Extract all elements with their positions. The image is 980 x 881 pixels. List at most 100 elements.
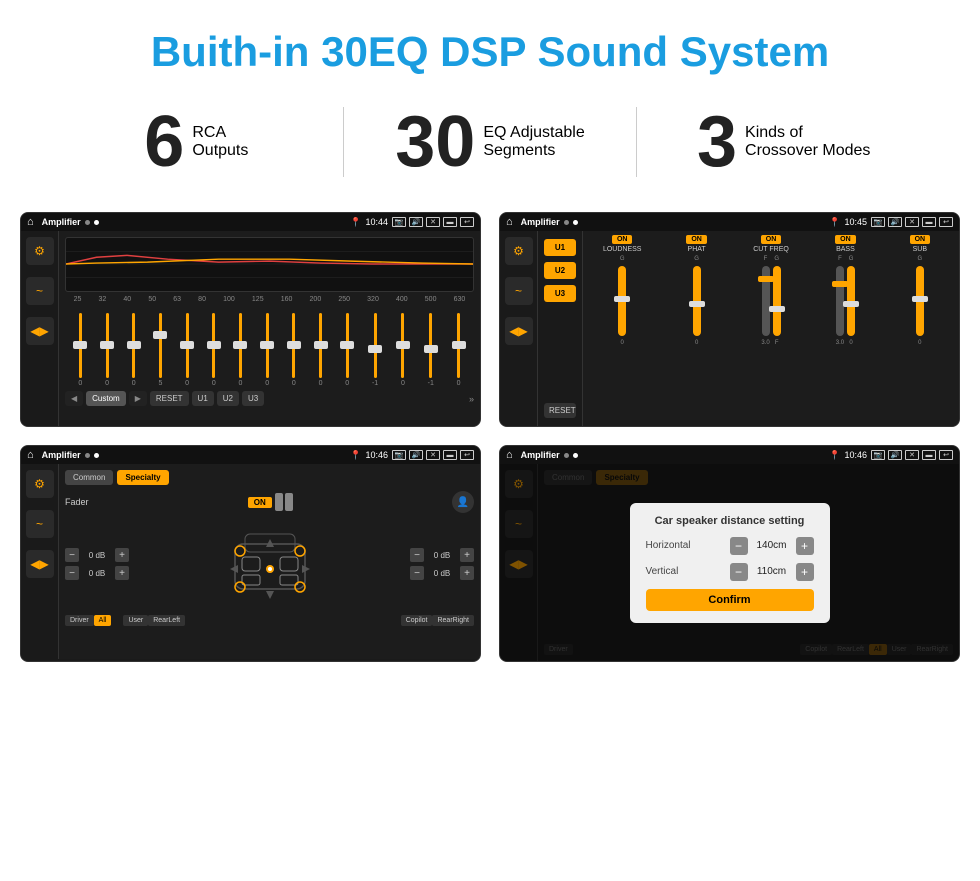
eq-sidebar-btn2[interactable]: ~	[26, 277, 54, 305]
fader-tab-specialty[interactable]: Specialty	[117, 470, 168, 485]
dialog-vertical-plus[interactable]: +	[796, 563, 814, 581]
dialog-horizontal-plus[interactable]: +	[796, 537, 814, 555]
eq-play-btn[interactable]: ▶	[129, 391, 147, 406]
crossover-u2-btn[interactable]: U2	[544, 262, 576, 279]
crossover-location-icon: 📍	[829, 217, 840, 228]
fader-sb3[interactable]: ◀▶	[26, 550, 54, 578]
eq-main-area: 253240506380100125160200250320400500630 …	[59, 231, 480, 426]
front-left-db: − 0 dB +	[65, 548, 129, 562]
rr-plus[interactable]: +	[460, 566, 474, 580]
fader-back-icon[interactable]: ↩	[460, 450, 474, 460]
eq-sidebar-btn3[interactable]: ◀▶	[26, 317, 54, 345]
ch-loudness-on[interactable]: ON	[612, 235, 633, 244]
eq-slider-1[interactable]: 0	[105, 313, 109, 387]
crossover-u1-btn[interactable]: U1	[544, 239, 576, 256]
eq-slider-2[interactable]: 0	[132, 313, 136, 387]
fader-sb1[interactable]: ⚙	[26, 470, 54, 498]
fl-plus[interactable]: +	[115, 548, 129, 562]
copilot-btn[interactable]: Copilot	[401, 615, 433, 626]
eq-slider-6[interactable]: 0	[239, 313, 243, 387]
rr-value: 0 dB	[427, 569, 457, 578]
ch-cutfreq-on[interactable]: ON	[761, 235, 782, 244]
rearleft-btn[interactable]: RearLeft	[148, 615, 185, 626]
ch-sub: ON SUB G 0	[885, 235, 955, 422]
rl-value: 0 dB	[82, 569, 112, 578]
crossover-u3-btn[interactable]: U3	[544, 285, 576, 302]
ch-bass-on[interactable]: ON	[835, 235, 856, 244]
ch-bass: ON BASS F 3.0 G 0	[810, 235, 880, 422]
eq-slider-4[interactable]: 0	[185, 313, 189, 387]
fader-main-area: Common Specialty Fader ON 👤	[59, 464, 480, 659]
eq-screen-content: ⚙ ~ ◀▶	[21, 231, 480, 426]
fader-tab-common[interactable]: Common	[65, 470, 113, 485]
eq-slider-5[interactable]: 0	[212, 313, 216, 387]
ch-phat-on[interactable]: ON	[686, 235, 707, 244]
user-btn[interactable]: User	[123, 615, 148, 626]
ch-sub-name: SUB	[913, 246, 927, 253]
crossover-home-icon[interactable]: ⌂	[506, 216, 513, 228]
fader-camera-icon: 📷	[392, 450, 406, 460]
fader-time: 10:46	[365, 450, 388, 460]
fr-minus[interactable]: −	[410, 548, 424, 562]
home-icon[interactable]: ⌂	[27, 216, 34, 228]
eq-prev-btn[interactable]: ◀	[65, 391, 83, 406]
crossover-time: 10:45	[844, 217, 867, 227]
eq-reset-btn[interactable]: RESET	[150, 391, 189, 406]
rr-minus[interactable]: −	[410, 566, 424, 580]
fl-value: 0 dB	[82, 551, 112, 560]
driver-btn[interactable]: Driver	[65, 615, 94, 626]
dialog-title: Car speaker distance setting	[646, 515, 814, 527]
crossover-sb1[interactable]: ⚙	[505, 237, 533, 265]
crossover-camera-icon: 📷	[871, 217, 885, 227]
rearright-btn[interactable]: RearRight	[432, 615, 474, 626]
dialog-vertical-minus[interactable]: −	[730, 563, 748, 581]
eq-slider-14[interactable]: 0	[457, 313, 461, 387]
eq-u1-btn[interactable]: U1	[192, 391, 214, 406]
stat-label-crossover: Kinds of Crossover Modes	[745, 124, 870, 160]
eq-slider-10[interactable]: 0	[345, 313, 349, 387]
eq-slider-0[interactable]: 0	[78, 313, 82, 387]
crossover-channels: ON LOUDNESS G 0 ON PHAT	[583, 231, 959, 426]
fr-value: 0 dB	[427, 551, 457, 560]
crossover-back-icon[interactable]: ↩	[939, 217, 953, 227]
dialog-back-icon[interactable]: ↩	[939, 450, 953, 460]
eq-screen-card: ⌂ Amplifier 📍 10:44 📷 🔊 ✕ ▬ ↩ ⚙ ~ ◀▶	[20, 212, 481, 427]
eq-slider-7[interactable]: 0	[265, 313, 269, 387]
dialog-home-icon[interactable]: ⌂	[506, 449, 513, 461]
fader-on-btn[interactable]: ON	[248, 497, 272, 508]
back-icon[interactable]: ↩	[460, 217, 474, 227]
rl-plus[interactable]: +	[115, 566, 129, 580]
fr-plus[interactable]: +	[460, 548, 474, 562]
fader-settings-icon[interactable]: 👤	[452, 491, 474, 513]
rl-minus[interactable]: −	[65, 566, 79, 580]
eq-slider-12[interactable]: 0	[401, 313, 405, 387]
dialog-status-icons: 📷 🔊 ✕ ▬ ↩	[871, 450, 953, 460]
dialog-horizontal-minus[interactable]: −	[730, 537, 748, 555]
stat-rca: 6 RCA Outputs	[60, 106, 333, 178]
eq-sidebar-btn1[interactable]: ⚙	[26, 237, 54, 265]
eq-u2-btn[interactable]: U2	[217, 391, 239, 406]
eq-slider-11[interactable]: -1	[372, 313, 378, 387]
x-icon: ✕	[426, 217, 440, 227]
eq-custom-btn[interactable]: Custom	[86, 391, 126, 406]
eq-slider-9[interactable]: 0	[319, 313, 323, 387]
dialog-status-bar: ⌂ Amplifier 📍 10:46 📷 🔊 ✕ ▬ ↩	[500, 446, 959, 464]
eq-u3-btn[interactable]: U3	[242, 391, 264, 406]
eq-slider-3[interactable]: 5	[158, 313, 162, 387]
crossover-reset-btn[interactable]: RESET	[544, 403, 576, 418]
fader-home-icon[interactable]: ⌂	[27, 449, 34, 461]
dialog-volume-icon: 🔊	[888, 450, 902, 460]
crossover-sb3[interactable]: ◀▶	[505, 317, 533, 345]
eq-slider-13[interactable]: -1	[428, 313, 434, 387]
all-btn[interactable]: All	[94, 615, 112, 626]
fader-sb2[interactable]: ~	[26, 510, 54, 538]
ch-bass-name: BASS	[836, 246, 855, 253]
crossover-sb2[interactable]: ~	[505, 277, 533, 305]
confirm-button[interactable]: Confirm	[646, 589, 814, 611]
eq-slider-8[interactable]: 0	[292, 313, 296, 387]
eq-arrow-right[interactable]: »	[469, 394, 474, 404]
ch-sub-on[interactable]: ON	[910, 235, 931, 244]
fader-bottom-labels: Driver All User RearLeft Copilot RearRig…	[65, 615, 474, 626]
dialog-app-name: Amplifier	[521, 450, 560, 460]
fl-minus[interactable]: −	[65, 548, 79, 562]
